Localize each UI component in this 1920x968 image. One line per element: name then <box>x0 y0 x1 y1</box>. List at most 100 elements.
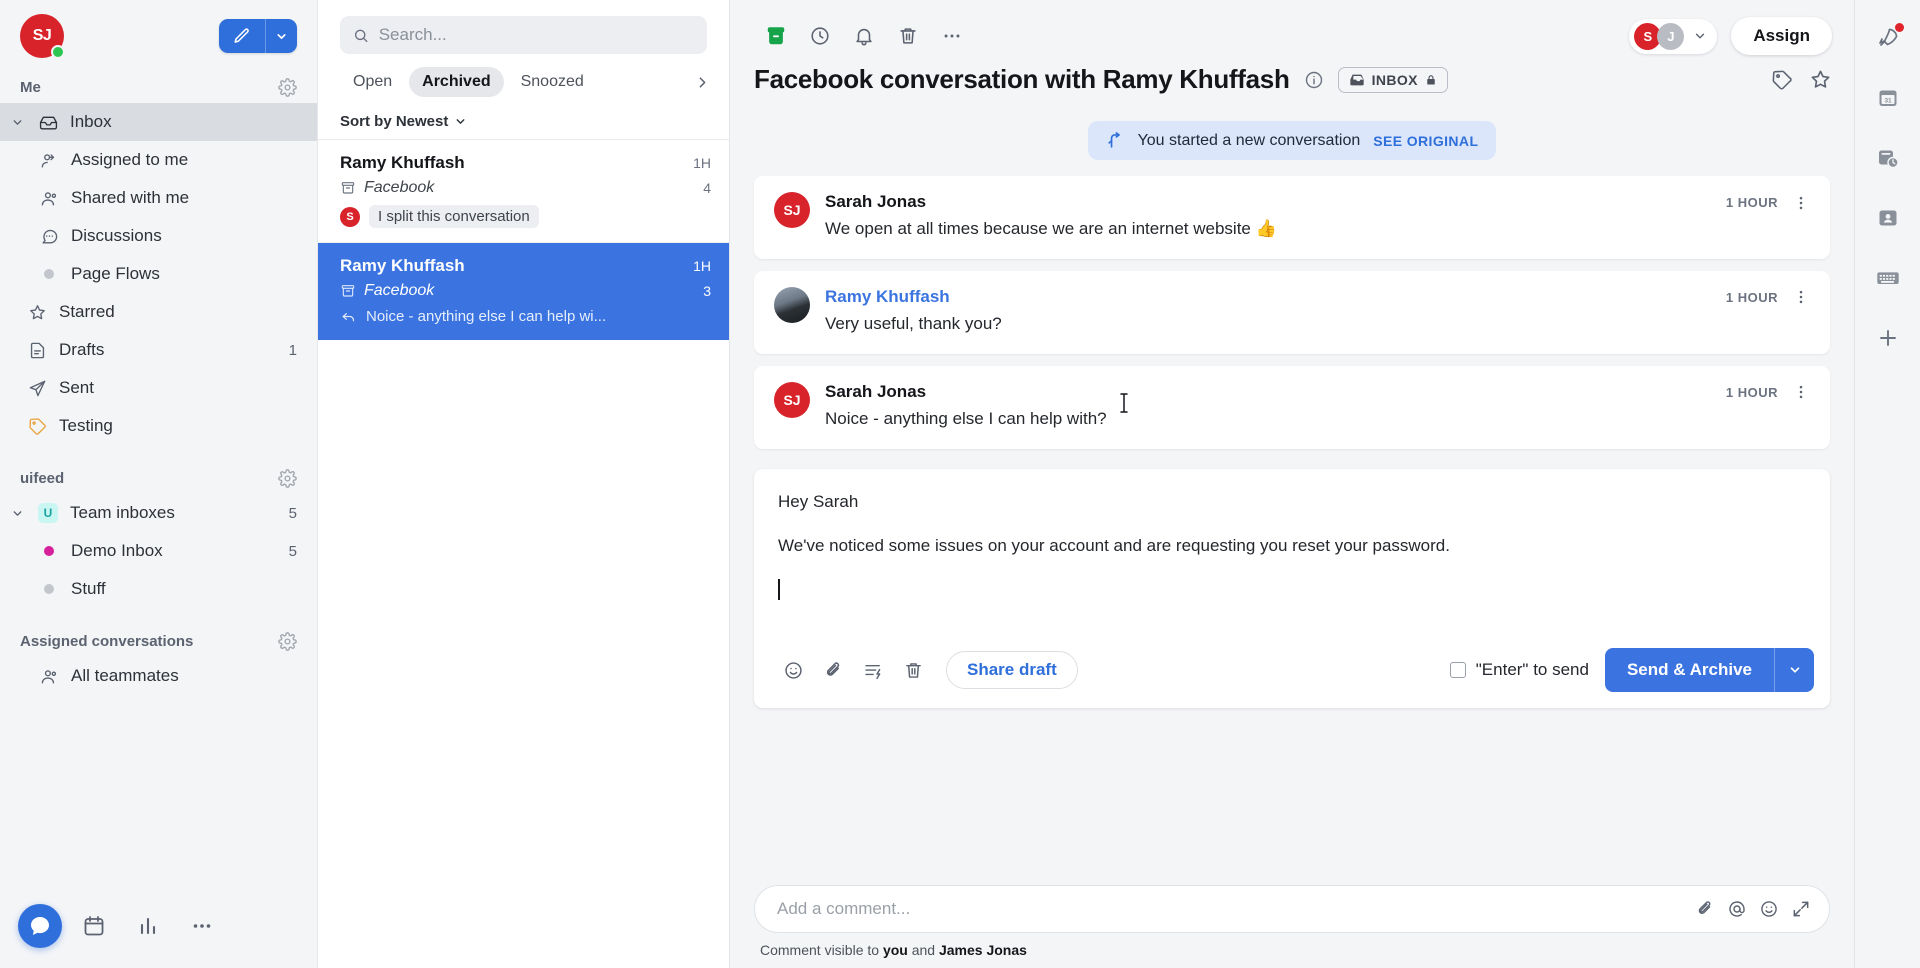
product-tours-button[interactable] <box>1866 16 1910 60</box>
message-thread: You started a new conversation SEE ORIGI… <box>730 105 1854 875</box>
sidebar-section-assigned-header: Assigned conversations <box>0 622 317 657</box>
sidebar-item-starred[interactable]: Starred <box>0 293 317 331</box>
team-logo-icon: U <box>37 503 59 523</box>
assign-button[interactable]: Assign <box>1731 17 1832 55</box>
conversation-row-1[interactable]: Ramy Khuffash 1H Facebook 3 Noice - anyt… <box>318 243 729 340</box>
svg-text:31: 31 <box>1884 97 1892 104</box>
search-box[interactable] <box>340 16 707 54</box>
sidebar-item-inbox[interactable]: Inbox <box>0 103 317 141</box>
more-options-button[interactable] <box>930 18 974 54</box>
comment-emoji-button[interactable] <box>1759 899 1779 919</box>
compose-button[interactable] <box>219 19 265 53</box>
composer-editor[interactable]: Hey Sarah We've noticed some issues on y… <box>754 469 1830 638</box>
sort-label: Sort by Newest <box>340 113 449 130</box>
comment-box[interactable] <box>754 885 1830 933</box>
sort-selector[interactable]: Sort by Newest <box>318 107 729 140</box>
comment-attach-button[interactable] <box>1695 899 1715 919</box>
chevron-down-icon[interactable] <box>8 116 26 129</box>
enter-to-send-checkbox[interactable] <box>1449 662 1466 679</box>
calendar-button[interactable] <box>72 904 116 948</box>
message-options-button[interactable] <box>1790 288 1812 306</box>
enter-to-send-toggle[interactable]: "Enter" to send <box>1449 660 1589 680</box>
sidebar-item-page-flows[interactable]: Page Flows <box>0 255 317 293</box>
filter-tab-snoozed[interactable]: Snoozed <box>508 67 597 97</box>
search-input[interactable] <box>378 25 694 45</box>
sidebar-item-sent[interactable]: Sent <box>0 369 317 407</box>
sidebar-item-label: All teammates <box>71 666 179 685</box>
avatar: SJ <box>774 381 810 418</box>
compose-dropdown-button[interactable] <box>265 19 297 53</box>
settings-icon[interactable] <box>278 469 297 488</box>
messenger-bubble-button[interactable] <box>18 904 62 948</box>
message-author[interactable]: Ramy Khuffash <box>825 287 950 307</box>
sidebar-item-shared-with-me[interactable]: Shared with me <box>0 179 317 217</box>
reminder-button[interactable] <box>842 18 886 54</box>
sidebar-item-label: Demo Inbox <box>71 541 163 560</box>
shortcuts-button[interactable] <box>1866 256 1910 300</box>
see-original-link[interactable]: SEE ORIGINAL <box>1373 133 1478 149</box>
assigned-user-icon <box>38 151 60 170</box>
sidebar-item-discussions[interactable]: Discussions <box>0 217 317 255</box>
sidebar-item-testing[interactable]: Testing <box>0 407 317 445</box>
info-circle-icon[interactable] <box>1304 70 1324 90</box>
message-author: Sarah Jonas <box>825 381 927 401</box>
discard-draft-button[interactable] <box>896 654 930 686</box>
search-icon <box>354 29 368 42</box>
message-meta: 1 HOUR <box>1726 288 1812 306</box>
inbox-status-chip[interactable]: INBOX <box>1337 66 1448 93</box>
saved-reply-button[interactable] <box>856 654 890 686</box>
message-options-button[interactable] <box>1790 383 1812 401</box>
delete-button[interactable] <box>886 18 930 54</box>
sidebar-item-assigned-to-me[interactable]: Assigned to me <box>0 141 317 179</box>
filter-tab-archived[interactable]: Archived <box>409 67 504 97</box>
reports-button[interactable] <box>126 904 170 948</box>
conversation-channel: Facebook <box>364 282 435 299</box>
attach-button[interactable] <box>816 654 850 686</box>
conversation-row-0[interactable]: Ramy Khuffash 1H Facebook 4 S I split th… <box>318 140 729 243</box>
archive-button[interactable] <box>754 18 798 54</box>
message-body: Ramy Khuffash 1 HOUR Very useful, thank … <box>825 287 1812 336</box>
filter-tab-open[interactable]: Open <box>340 67 405 97</box>
more-apps-button[interactable] <box>180 904 224 948</box>
sidebar-item-stuff[interactable]: Stuff <box>0 570 317 608</box>
conversation-time: 1H <box>693 258 711 274</box>
emoji-button[interactable] <box>776 654 810 686</box>
trash-icon <box>905 662 921 678</box>
sidebar-item-team-inboxes[interactable]: U Team inboxes 5 <box>0 494 317 532</box>
sidebar-item-label: Drafts <box>59 340 105 359</box>
comment-expand-button[interactable] <box>1791 899 1811 919</box>
tag-button[interactable] <box>1771 69 1793 91</box>
comment-mention-button[interactable] <box>1727 899 1747 919</box>
conversation-message-count: 4 <box>703 180 711 196</box>
sidebar-item-all-teammates[interactable]: All teammates <box>0 657 317 695</box>
snippets-button[interactable] <box>1866 136 1910 180</box>
star-button[interactable] <box>1809 68 1832 91</box>
assignee-selector[interactable]: S J <box>1629 18 1718 54</box>
send-and-archive-button[interactable]: Send & Archive <box>1604 648 1774 693</box>
sidebar-item-drafts[interactable]: Drafts 1 <box>0 331 317 369</box>
filters-more-button[interactable] <box>694 74 715 91</box>
paperclip-icon <box>1698 901 1711 915</box>
snooze-button[interactable] <box>798 18 842 54</box>
contacts-button[interactable] <box>1866 196 1910 240</box>
chevron-down-icon[interactable] <box>8 507 26 520</box>
saved-reply-icon <box>864 664 880 679</box>
add-app-button[interactable] <box>1866 316 1910 360</box>
message-item: SJ Sarah Jonas 1 HOUR Noice - anything e… <box>754 365 1830 449</box>
calendar-button[interactable]: 31 <box>1866 76 1910 120</box>
comment-input[interactable] <box>777 899 1683 919</box>
sidebar-item-label: Stuff <box>71 579 106 598</box>
share-draft-button[interactable]: Share draft <box>946 651 1078 690</box>
message-meta: 1 HOUR <box>1726 194 1812 212</box>
send-options-button[interactable] <box>1774 648 1814 693</box>
conversation-snippet: Noice - anything else I can help wi... <box>366 308 607 325</box>
message-options-button[interactable] <box>1790 194 1812 212</box>
conversation-pane: S J Assign Facebook conversation with Ra… <box>730 0 1854 968</box>
user-avatar[interactable]: SJ <box>20 14 65 59</box>
conversation-snippet: I split this conversation <box>369 205 539 228</box>
settings-icon[interactable] <box>278 632 297 651</box>
settings-icon[interactable] <box>278 78 297 97</box>
conversation-toolbar: S J Assign <box>730 0 1854 58</box>
sidebar-item-demo-inbox[interactable]: Demo Inbox 5 <box>0 532 317 570</box>
compose-group <box>219 19 297 53</box>
